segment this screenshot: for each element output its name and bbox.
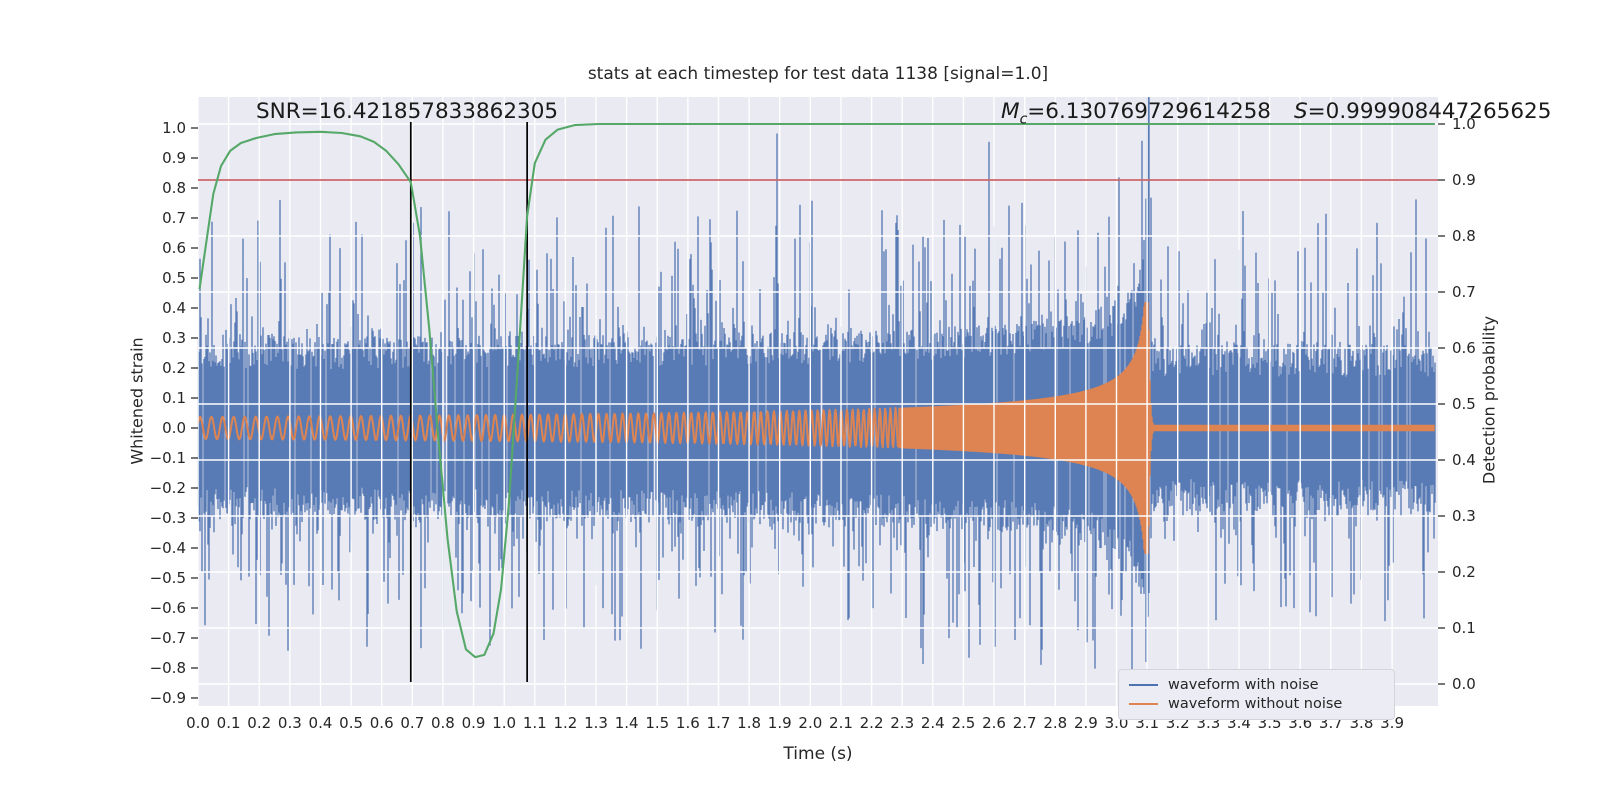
chirp-mass-annotation: Mc=6.130769729614258 <box>1001 99 1271 127</box>
significance-annotation: S=0.999908447265625 <box>1294 99 1551 124</box>
snr-annotation: SNR=16.421857833862305 <box>256 99 559 124</box>
chart-figure: stats at each timestep for test data 113… <box>0 0 1600 800</box>
right-y-tick-label: 0.6 <box>1452 339 1476 357</box>
left-y-tick-label: 0.7 <box>162 209 186 227</box>
chirp-mass-value: =6.130769729614258 <box>1027 99 1271 124</box>
x-tick-label: 2.3 <box>890 714 915 732</box>
x-tick-label: 2.7 <box>1012 714 1037 732</box>
x-tick-label: 0.7 <box>400 714 425 732</box>
x-tick-label: 0.2 <box>247 714 272 732</box>
left-y-tick-label: 0.3 <box>162 329 186 347</box>
x-tick-label: 1.8 <box>737 714 762 732</box>
left-y-tick-label: −0.7 <box>149 629 186 647</box>
significance-value: =0.999908447265625 <box>1307 99 1552 124</box>
right-y-tick-label: 0.1 <box>1452 619 1476 637</box>
right-y-tick-label: 0.4 <box>1452 451 1476 469</box>
legend-line-sample-orange <box>1129 702 1158 705</box>
left-y-tick-label: −0.5 <box>149 569 186 587</box>
x-tick-label: 0.4 <box>308 714 333 732</box>
x-tick-label: 0.6 <box>369 714 394 732</box>
x-tick-label: 0.3 <box>277 714 302 732</box>
x-tick-label: 2.4 <box>920 714 945 732</box>
x-tick-label: 0.9 <box>461 714 486 732</box>
x-tick-label: 1.6 <box>675 714 700 732</box>
left-y-tick-label: −0.9 <box>149 689 186 707</box>
chart-title: stats at each timestep for test data 113… <box>587 64 1049 84</box>
left-y-tick-label: −0.4 <box>149 539 186 557</box>
left-y-tick-label: 0.2 <box>162 359 186 377</box>
x-tick-label: 1.2 <box>553 714 578 732</box>
x-tick-label: 1.0 <box>492 714 517 732</box>
x-tick-label: 2.1 <box>829 714 853 732</box>
x-tick-label: 0.1 <box>216 714 241 732</box>
left-y-tick-label: 0.9 <box>162 149 186 167</box>
x-axis-label: Time (s) <box>783 744 853 764</box>
chirp-mass-symbol: M <box>1001 99 1020 124</box>
right-y-tick-label: 0.3 <box>1452 507 1476 525</box>
right-y-tick-label: 0.7 <box>1452 283 1476 301</box>
legend-line-sample-blue <box>1129 683 1158 686</box>
x-tick-label: 0.8 <box>430 714 455 732</box>
x-tick-label: 2.9 <box>1073 714 1098 732</box>
left-y-tick-label: 0.1 <box>162 389 186 407</box>
x-tick-label: 1.9 <box>767 714 792 732</box>
left-y-tick-label: −0.3 <box>149 509 186 527</box>
x-tick-label: 2.8 <box>1043 714 1068 732</box>
left-y-tick-label: −0.6 <box>149 599 186 617</box>
x-tick-label: 0.0 <box>186 714 210 732</box>
legend-label: waveform with noise <box>1168 676 1319 693</box>
x-tick-label: 2.2 <box>859 714 884 732</box>
x-tick-label: 2.0 <box>798 714 823 732</box>
right-y-axis-label: Detection probability <box>1479 315 1499 485</box>
x-tick-label: 1.1 <box>522 714 547 732</box>
x-tick-label: 1.4 <box>614 714 639 732</box>
x-tick-label: 1.3 <box>584 714 608 732</box>
legend-item-with-noise: waveform with noise <box>1129 675 1384 694</box>
x-tick-label: 1.5 <box>645 714 670 732</box>
significance-symbol: S <box>1294 99 1308 124</box>
left-y-tick-label: 0.0 <box>162 419 186 437</box>
legend-item-without-noise: waveform without noise <box>1129 694 1384 713</box>
left-y-axis-label: Whitened strain <box>127 337 147 465</box>
right-y-tick-label: 0.0 <box>1452 675 1476 693</box>
x-tick-label: 1.7 <box>706 714 731 732</box>
left-y-tick-label: −0.1 <box>149 449 186 467</box>
left-y-tick-label: −0.8 <box>149 659 186 677</box>
left-y-tick-label: 0.6 <box>162 239 186 257</box>
x-tick-label: 2.6 <box>982 714 1006 732</box>
left-y-tick-label: 0.5 <box>162 269 186 287</box>
x-tick-label: 2.5 <box>951 714 976 732</box>
right-y-tick-label: 1.0 <box>1452 115 1476 133</box>
legend-label: waveform without noise <box>1168 695 1343 712</box>
left-y-tick-label: −0.2 <box>149 479 186 497</box>
x-tick-label: 0.5 <box>339 714 364 732</box>
right-y-tick-label: 0.8 <box>1452 227 1476 245</box>
left-y-tick-label: 0.4 <box>162 299 186 317</box>
left-y-tick-label: 1.0 <box>162 119 186 137</box>
left-y-tick-label: 0.8 <box>162 179 186 197</box>
right-y-tick-label: 0.5 <box>1452 395 1476 413</box>
right-y-tick-label: 0.9 <box>1452 171 1476 189</box>
right-y-tick-label: 0.2 <box>1452 563 1476 581</box>
legend: waveform with noise waveform without noi… <box>1118 669 1395 720</box>
